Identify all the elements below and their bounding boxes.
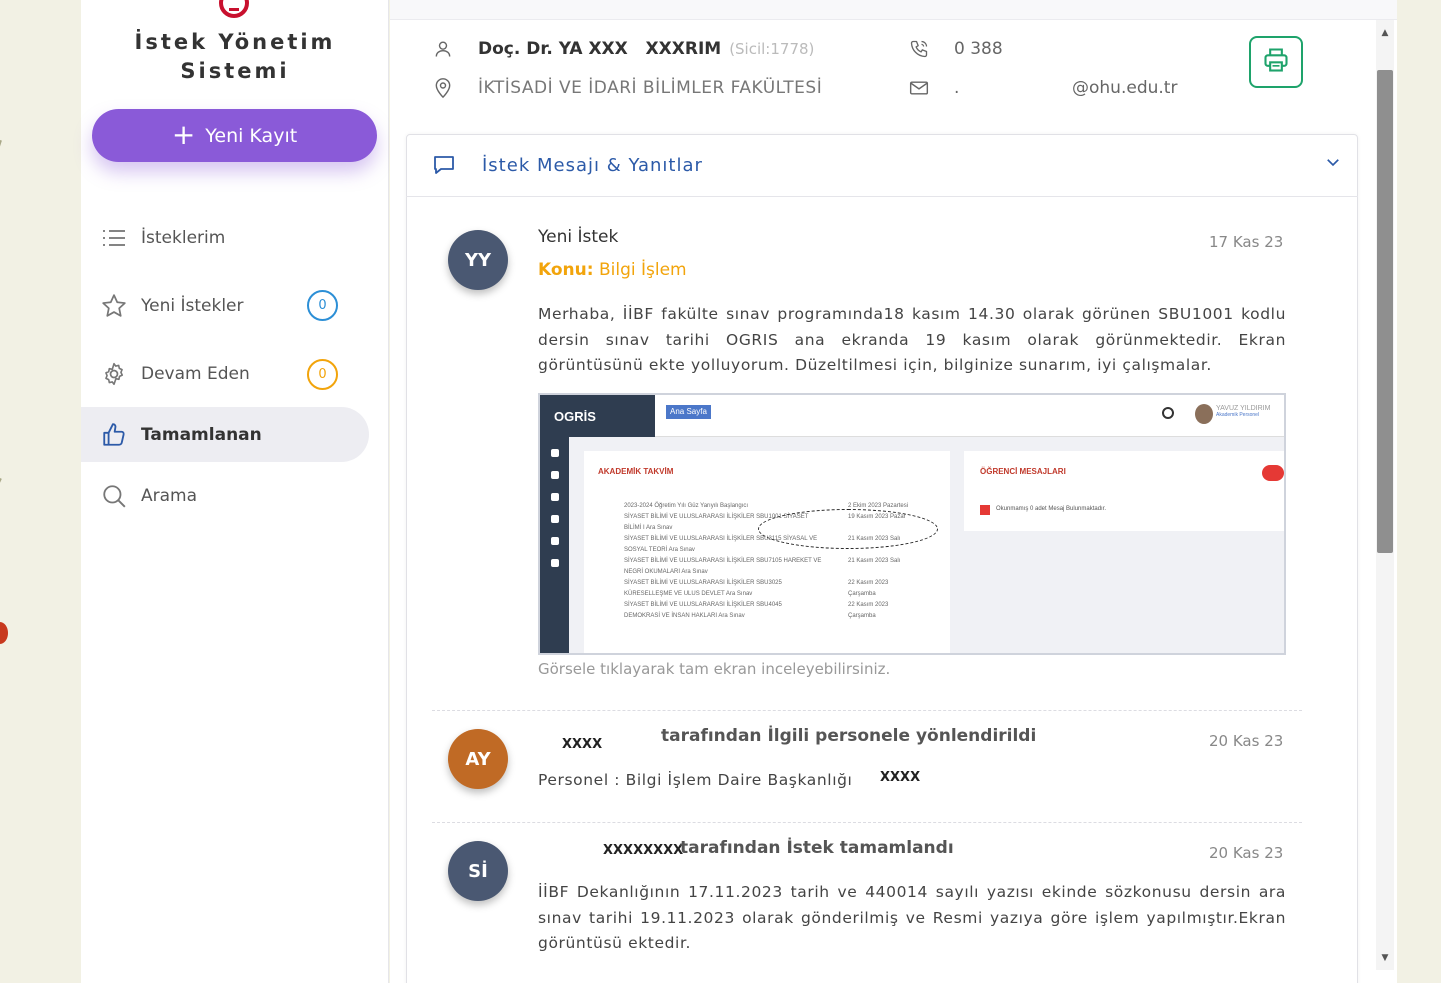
sidebar-item-new-requests[interactable]: Yeni İstekler 0 [81, 278, 369, 333]
location-pin-icon [432, 77, 454, 99]
message-separator [432, 710, 1302, 711]
message-body: Merhaba, İİBF fakülte sınav programında1… [538, 305, 1286, 374]
message-sender: XXXXXXXX [603, 843, 684, 858]
message-date: 20 Kas 23 [1209, 732, 1284, 750]
shot-breadcrumb: Ana Sayfa [666, 405, 711, 419]
message-separator [432, 822, 1302, 823]
profile-name-row: Doç. Dr. YA XXX XXXRIM (Sicil:1778) [432, 38, 814, 60]
star-icon [101, 293, 127, 319]
shot-messages-title: ÖĞRENCİ MESAJLARI [980, 467, 1066, 476]
profile-email-prefix: . [954, 78, 960, 98]
avatar: AY [448, 729, 508, 789]
shot-calendar-row-label: NEGRİ OKUMALARI Ara Sınav [624, 569, 708, 575]
shot-user-avatar [1195, 404, 1213, 424]
shot-user-name: YAVUZ YILDIRIM Akademik Personel [1216, 405, 1271, 418]
shot-calendar-row-date: 22 Kasım 2023 [848, 580, 889, 586]
background-line [0, 478, 2, 516]
message-title: tarafından İlgili personele yönlendirild… [661, 726, 1037, 746]
shot-calendar-row-label: SOSYAL TEORİ Ara Sınav [624, 547, 695, 553]
message-body-suffix: XXXX [880, 770, 921, 785]
list-icon [101, 225, 127, 251]
shot-calendar-row-date: 2 Ekim 2023 Pazartesi [848, 503, 909, 509]
profile-email: @ohu.edu.tr [1072, 78, 1178, 98]
plus-icon: + [171, 117, 196, 151]
avatar: YY [448, 230, 508, 290]
chevron-down-icon[interactable] [1324, 153, 1342, 175]
chat-bubble-icon [432, 153, 456, 177]
attachment-hint: Görsele tıklayarak tam ekran inceleyebil… [538, 660, 891, 678]
search-icon [101, 483, 127, 509]
shot-brand: OGRİS [540, 395, 655, 437]
profile-phone-row: 0 388 [908, 38, 1003, 60]
profile-faculty: İKTİSADİ VE İDARİ BİLİMLER FAKÜLTESİ [478, 78, 823, 98]
background-dot [0, 622, 8, 644]
shot-messages-line: Okunmamış 0 adet Mesaj Bulunmaktadır. [996, 506, 1107, 512]
shot-sidebar [540, 437, 569, 653]
shot-calendar-row-label: SİYASET BİLİMİ VE ULUSLARARASI İLİŞKİLER… [624, 580, 782, 586]
message-title: Yeni İstek [538, 227, 619, 247]
avatar: Sİ [448, 841, 508, 901]
gear-icon [101, 361, 127, 387]
printer-icon [1262, 46, 1290, 78]
shot-calendar-row-label: SİYASET BİLİMİ VE ULUSLARARASI İLİŞKİLER… [624, 558, 822, 564]
attachment-screenshot[interactable]: OGRİS Ana Sayfa YAVUZ YILDIRIM Akademik … [538, 393, 1286, 655]
profile-faculty-row: İKTİSADİ VE İDARİ BİLİMLER FAKÜLTESİ [432, 77, 822, 99]
profile-email-row: . @ohu.edu.tr [908, 77, 1177, 99]
shot-calendar-row-label: BİLİMİ I Ara Sınav [624, 525, 673, 531]
shot-calendar-panel [584, 451, 950, 653]
message-subject: Konu: Bilgi İşlem [538, 260, 687, 280]
message-title: tarafından İstek tamamlandı [680, 838, 954, 858]
print-button[interactable] [1249, 36, 1303, 88]
new-requests-count-badge: 0 [307, 290, 338, 321]
shot-calendar-row-label: DEMOKRASİ VE İNSAN HAKLARI Ara Sınav [624, 613, 745, 619]
profile-phone: 0 388 [954, 39, 1003, 59]
shot-red-square-icon [980, 505, 990, 515]
sidebar-item-my-requests[interactable]: İsteklerim [81, 210, 369, 265]
message-body: İİBF Dekanlığının 17.11.2023 tarih ve 44… [538, 883, 1286, 952]
user-icon [432, 38, 454, 60]
profile-sicil: (Sicil:1778) [729, 40, 815, 58]
section-title: İstek Mesajı & Yanıtlar [482, 154, 703, 176]
scroll-up-arrow-icon[interactable]: ▲ [1378, 26, 1392, 40]
top-strip [390, 0, 1397, 20]
messages-card-header[interactable]: İstek Mesajı & Yanıtlar [406, 134, 1358, 197]
message-body: Personel : Bilgi İşlem Daire Başkanlığı [538, 771, 853, 789]
message-date: 17 Kas 23 [1209, 233, 1284, 251]
shot-clock-icon [1162, 407, 1174, 419]
scroll-down-arrow-icon[interactable]: ▼ [1378, 951, 1392, 965]
shot-calendar-row-date: 22 Kasım 2023 [848, 602, 889, 608]
mail-icon [908, 77, 930, 99]
app-title: İstek Yönetim Sistemi [134, 30, 336, 83]
message-sender: XXXX [562, 737, 603, 752]
in-progress-count-badge: 0 [307, 359, 338, 390]
shot-red-button [1262, 465, 1284, 481]
phone-icon [908, 38, 930, 60]
background-line [0, 140, 2, 198]
shot-calendar-row-label: KÜRESELLEŞME VE ULUS DEVLET Ara Sınav [624, 591, 753, 597]
sidebar-item-in-progress[interactable]: Devam Eden 0 [81, 346, 369, 401]
shot-calendar-row-date: Çarşamba [848, 613, 876, 619]
sidebar-item-completed[interactable]: Tamamlanan [81, 407, 369, 462]
shot-calendar-title: AKADEMİK TAKVİM [598, 467, 674, 476]
shot-hand-drawn-oval [758, 509, 938, 549]
profile-name: Doç. Dr. YA XXX XXXRIM [478, 39, 722, 59]
shot-calendar-row-label: SİYASET BİLİMİ VE ULUSLARARASI İLİŞKİLER… [624, 602, 782, 608]
thumbs-up-icon [101, 422, 127, 448]
shot-calendar-row-date: Çarşamba [848, 591, 876, 597]
scrollbar-thumb[interactable] [1377, 70, 1393, 553]
new-record-button[interactable]: + Yeni Kayıt [92, 109, 377, 162]
message-date: 20 Kas 23 [1209, 844, 1284, 862]
sidebar-item-search[interactable]: Arama [81, 468, 369, 523]
shot-messages-panel [964, 451, 1284, 531]
shot-calendar-row-date: 21 Kasım 2023 Salı [848, 558, 901, 564]
shot-calendar-row-label: 2023-2024 Öğretim Yılı Güz Yarıyılı Başl… [624, 503, 749, 509]
